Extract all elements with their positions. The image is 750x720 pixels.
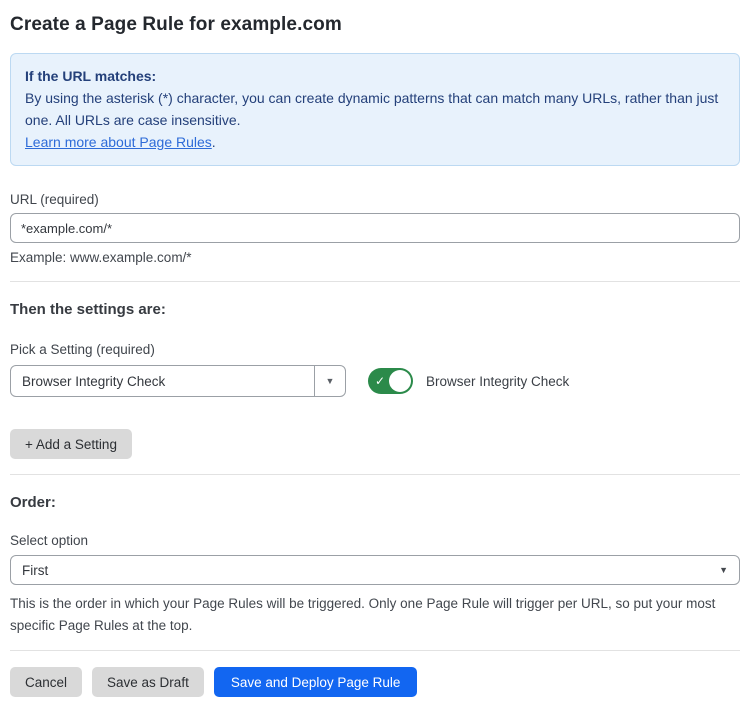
url-example-help: Example: www.example.com/* bbox=[10, 250, 740, 265]
setting-dropdown[interactable]: Browser Integrity Check ▼ bbox=[10, 365, 346, 397]
check-icon: ✓ bbox=[375, 375, 385, 387]
create-page-rule-form: Create a Page Rule for example.com If th… bbox=[0, 0, 750, 697]
divider bbox=[10, 474, 740, 475]
info-box-heading: If the URL matches: bbox=[25, 65, 725, 87]
setting-dropdown-arrow-button[interactable]: ▼ bbox=[314, 366, 345, 396]
order-select[interactable]: First ▼ bbox=[10, 555, 740, 585]
cancel-button[interactable]: Cancel bbox=[10, 667, 82, 697]
order-help-text: This is the order in which your Page Rul… bbox=[10, 593, 736, 637]
link-suffix: . bbox=[212, 134, 216, 150]
chevron-down-icon: ▼ bbox=[719, 565, 728, 575]
chevron-down-icon: ▼ bbox=[326, 376, 335, 386]
order-select-value: First bbox=[22, 563, 719, 578]
url-match-info-box: If the URL matches: By using the asteris… bbox=[10, 53, 740, 166]
select-option-label: Select option bbox=[10, 533, 740, 548]
url-input[interactable] bbox=[10, 213, 740, 243]
info-box-body: By using the asterisk (*) character, you… bbox=[25, 87, 725, 131]
setting-dropdown-value: Browser Integrity Check bbox=[11, 366, 314, 396]
save-and-deploy-button[interactable]: Save and Deploy Page Rule bbox=[214, 667, 418, 697]
pick-setting-label: Pick a Setting (required) bbox=[10, 342, 740, 357]
divider bbox=[10, 650, 740, 651]
add-setting-button[interactable]: + Add a Setting bbox=[10, 429, 132, 459]
toggle-knob bbox=[389, 370, 411, 392]
setting-row: Browser Integrity Check ▼ ✓ Browser Inte… bbox=[10, 365, 740, 397]
order-section-heading: Order: bbox=[10, 494, 740, 511]
learn-more-link[interactable]: Learn more about Page Rules bbox=[25, 134, 212, 150]
toggle-label: Browser Integrity Check bbox=[426, 374, 569, 389]
save-as-draft-button[interactable]: Save as Draft bbox=[92, 667, 204, 697]
browser-integrity-toggle[interactable]: ✓ bbox=[368, 368, 413, 394]
page-title: Create a Page Rule for example.com bbox=[10, 14, 740, 36]
settings-section-heading: Then the settings are: bbox=[10, 301, 740, 318]
url-field-label: URL (required) bbox=[10, 192, 740, 207]
divider bbox=[10, 281, 740, 282]
footer-actions: Cancel Save as Draft Save and Deploy Pag… bbox=[10, 667, 740, 697]
info-box-link-line: Learn more about Page Rules. bbox=[25, 131, 725, 153]
